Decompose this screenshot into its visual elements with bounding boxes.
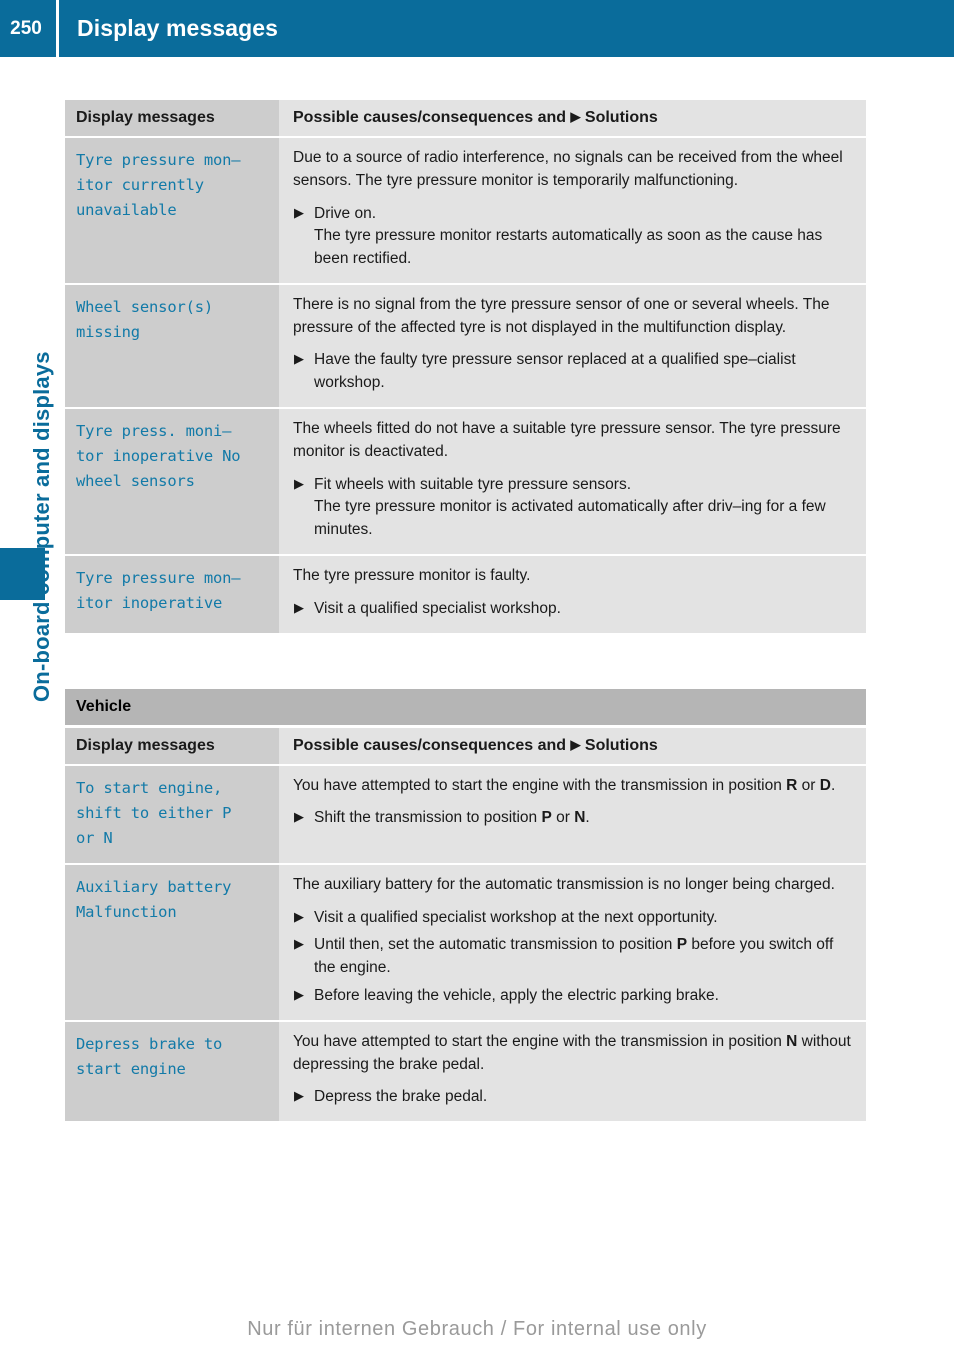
column-header-row: Display messages Possible causes/conseque… bbox=[65, 100, 866, 138]
solution-arrow-icon: ▶ bbox=[570, 736, 581, 752]
column-header-possible-causes: Possible causes/consequences and ▶ Solut… bbox=[279, 100, 866, 138]
solution-text: Have the faulty tyre pressure sensor rep… bbox=[314, 351, 796, 392]
solution-arrow-icon: ▶ bbox=[294, 204, 304, 220]
cause-paragraph: The auxiliary battery for the automatic … bbox=[293, 875, 835, 893]
solutions-list: ▶ Fit wheels with suitable tyre pressure … bbox=[293, 474, 852, 542]
solution-arrow-icon: ▶ bbox=[294, 809, 304, 825]
solutions-list: ▶ Visit a qualified specialist workshop. bbox=[293, 598, 852, 621]
solution-text: Before leaving the vehicle, apply the el… bbox=[314, 986, 719, 1004]
chapter-sidebar: On-board computer and displays bbox=[0, 57, 60, 1354]
tables-host: Display messages Possible causes/conseque… bbox=[65, 100, 866, 1122]
solution-text: Until then, set the automatic transmissi… bbox=[314, 936, 834, 977]
display-message-text: Auxiliary battery Malfunction bbox=[65, 863, 279, 1022]
cause-paragraph: There is no signal from the tyre pressur… bbox=[293, 295, 830, 336]
causes-and-solutions-cell: The auxiliary battery for the automatic … bbox=[279, 863, 866, 1022]
solution-arrow-icon: ▶ bbox=[294, 986, 304, 1002]
solution-arrow-icon: ▶ bbox=[294, 475, 304, 491]
solution-item: ▶ Visit a qualified specialist workshop a… bbox=[293, 907, 852, 930]
solution-item: ▶ Shift the transmission to position P or… bbox=[293, 807, 852, 830]
solution-arrow-icon: ▶ bbox=[294, 936, 304, 952]
causes-and-solutions-cell: You have attempted to start the engine w… bbox=[279, 764, 866, 865]
solution-item: ▶ Drive on. The tyre pressure monitor rest… bbox=[293, 203, 852, 271]
section-title: Vehicle bbox=[65, 688, 866, 728]
display-message-text: To start engine, shift to either P or N bbox=[65, 764, 279, 865]
column-header-text-before-arrow: Possible causes/consequences and bbox=[293, 736, 571, 754]
solution-item: ▶ Until then, set the automatic transmiss… bbox=[293, 934, 852, 980]
solutions-list: ▶ Depress the brake pedal. bbox=[293, 1086, 852, 1109]
solution-arrow-icon: ▶ bbox=[294, 599, 304, 615]
solution-subtext: The tyre pressure monitor is activated a… bbox=[314, 498, 826, 539]
solution-text: Visit a qualified specialist workshop at… bbox=[314, 908, 718, 926]
solution-text: Depress the brake pedal. bbox=[314, 1088, 488, 1106]
display-messages-table: Display messages Possible causes/conseque… bbox=[65, 100, 866, 633]
cause-paragraph: You have attempted to start the engine w… bbox=[293, 1032, 851, 1073]
solution-item: ▶ Depress the brake pedal. bbox=[293, 1086, 852, 1109]
column-header-text-after-arrow: Solutions bbox=[580, 736, 658, 754]
table-row: Depress brake to start engine You have at… bbox=[65, 1020, 866, 1122]
solutions-list: ▶ Visit a qualified specialist workshop a… bbox=[293, 907, 852, 1008]
chapter-tab-marker bbox=[0, 548, 45, 600]
solution-item: ▶ Have the faulty tyre pressure sensor re… bbox=[293, 349, 852, 395]
display-message-text: Tyre pressure mon– itor currently unavai… bbox=[65, 137, 279, 285]
solution-subtext: The tyre pressure monitor restarts autom… bbox=[314, 227, 823, 268]
causes-and-solutions-cell: You have attempted to start the engine w… bbox=[279, 1020, 866, 1122]
chapter-label: On-board computer and displays bbox=[29, 351, 54, 702]
solution-text: Drive on. bbox=[314, 204, 377, 222]
solution-arrow-icon: ▶ bbox=[294, 351, 304, 367]
causes-and-solutions-cell: Due to a source of radio interference, n… bbox=[279, 137, 866, 285]
solution-item: ▶ Before leaving the vehicle, apply the e… bbox=[293, 985, 852, 1008]
display-message-text: Wheel sensor(s) missing bbox=[65, 283, 279, 410]
table-spacer bbox=[65, 633, 866, 689]
page-content: Display messages Possible causes/conseque… bbox=[65, 100, 866, 1122]
cause-paragraph: Due to a source of radio interference, n… bbox=[293, 149, 843, 189]
page-header-bar: 250 Display messages bbox=[0, 0, 954, 57]
solution-arrow-icon: ▶ bbox=[570, 109, 581, 124]
table-row: Auxiliary battery Malfunction The auxilia… bbox=[65, 863, 866, 1022]
column-header-text-after-arrow: Solutions bbox=[580, 109, 658, 126]
display-messages-table: Vehicle Display messages Possible causes/c… bbox=[65, 688, 866, 1122]
causes-and-solutions-cell: The wheels fitted do not have a suitable… bbox=[279, 408, 866, 556]
solutions-list: ▶ Drive on. The tyre pressure monitor rest… bbox=[293, 203, 852, 271]
cause-paragraph: The wheels fitted do not have a suitable… bbox=[293, 420, 841, 460]
page-number: 250 bbox=[10, 18, 42, 39]
solutions-list: ▶ Have the faulty tyre pressure sensor re… bbox=[293, 349, 852, 395]
table-row: Tyre press. moni– tor inoperative No whe… bbox=[65, 408, 866, 556]
column-header-display-messages: Display messages bbox=[65, 726, 279, 766]
solution-text: Fit wheels with suitable tyre pressure s… bbox=[314, 475, 632, 493]
causes-and-solutions-cell: The tyre pressure monitor is faulty. ▶ Vis… bbox=[279, 554, 866, 633]
display-message-text: Tyre press. moni– tor inoperative No whe… bbox=[65, 408, 279, 556]
solution-arrow-icon: ▶ bbox=[294, 1088, 304, 1104]
table-row: To start engine, shift to either P or N Y… bbox=[65, 764, 866, 865]
column-header-possible-causes: Possible causes/consequences and ▶ Solut… bbox=[279, 726, 866, 766]
column-header-display-messages: Display messages bbox=[65, 100, 279, 138]
footer-watermark: Nur für internen Gebrauch / For internal… bbox=[247, 1318, 707, 1340]
solution-item: ▶ Fit wheels with suitable tyre pressure … bbox=[293, 474, 852, 542]
solution-item: ▶ Visit a qualified specialist workshop. bbox=[293, 598, 852, 621]
solution-text: Shift the transmission to position P or … bbox=[314, 809, 590, 827]
column-header-text-before-arrow: Possible causes/consequences and bbox=[293, 109, 571, 126]
display-message-text: Tyre pressure mon– itor inoperative bbox=[65, 554, 279, 633]
cause-paragraph: You have attempted to start the engine w… bbox=[293, 776, 836, 794]
solution-text: Visit a qualified specialist workshop. bbox=[314, 599, 561, 617]
cause-paragraph: The tyre pressure monitor is faulty. bbox=[293, 566, 531, 584]
solutions-list: ▶ Shift the transmission to position P or… bbox=[293, 807, 852, 830]
section-title-row: Vehicle bbox=[65, 688, 866, 728]
table-row: Wheel sensor(s) missing There is no signa… bbox=[65, 283, 866, 410]
display-message-text: Depress brake to start engine bbox=[65, 1020, 279, 1122]
page-title: Display messages bbox=[77, 15, 279, 41]
solution-arrow-icon: ▶ bbox=[294, 908, 304, 924]
column-header-row: Display messages Possible causes/conseque… bbox=[65, 726, 866, 766]
table-row: Tyre pressure mon– itor inoperative The t… bbox=[65, 554, 866, 633]
table-row: Tyre pressure mon– itor currently unavai… bbox=[65, 137, 866, 285]
causes-and-solutions-cell: There is no signal from the tyre pressur… bbox=[279, 283, 866, 410]
